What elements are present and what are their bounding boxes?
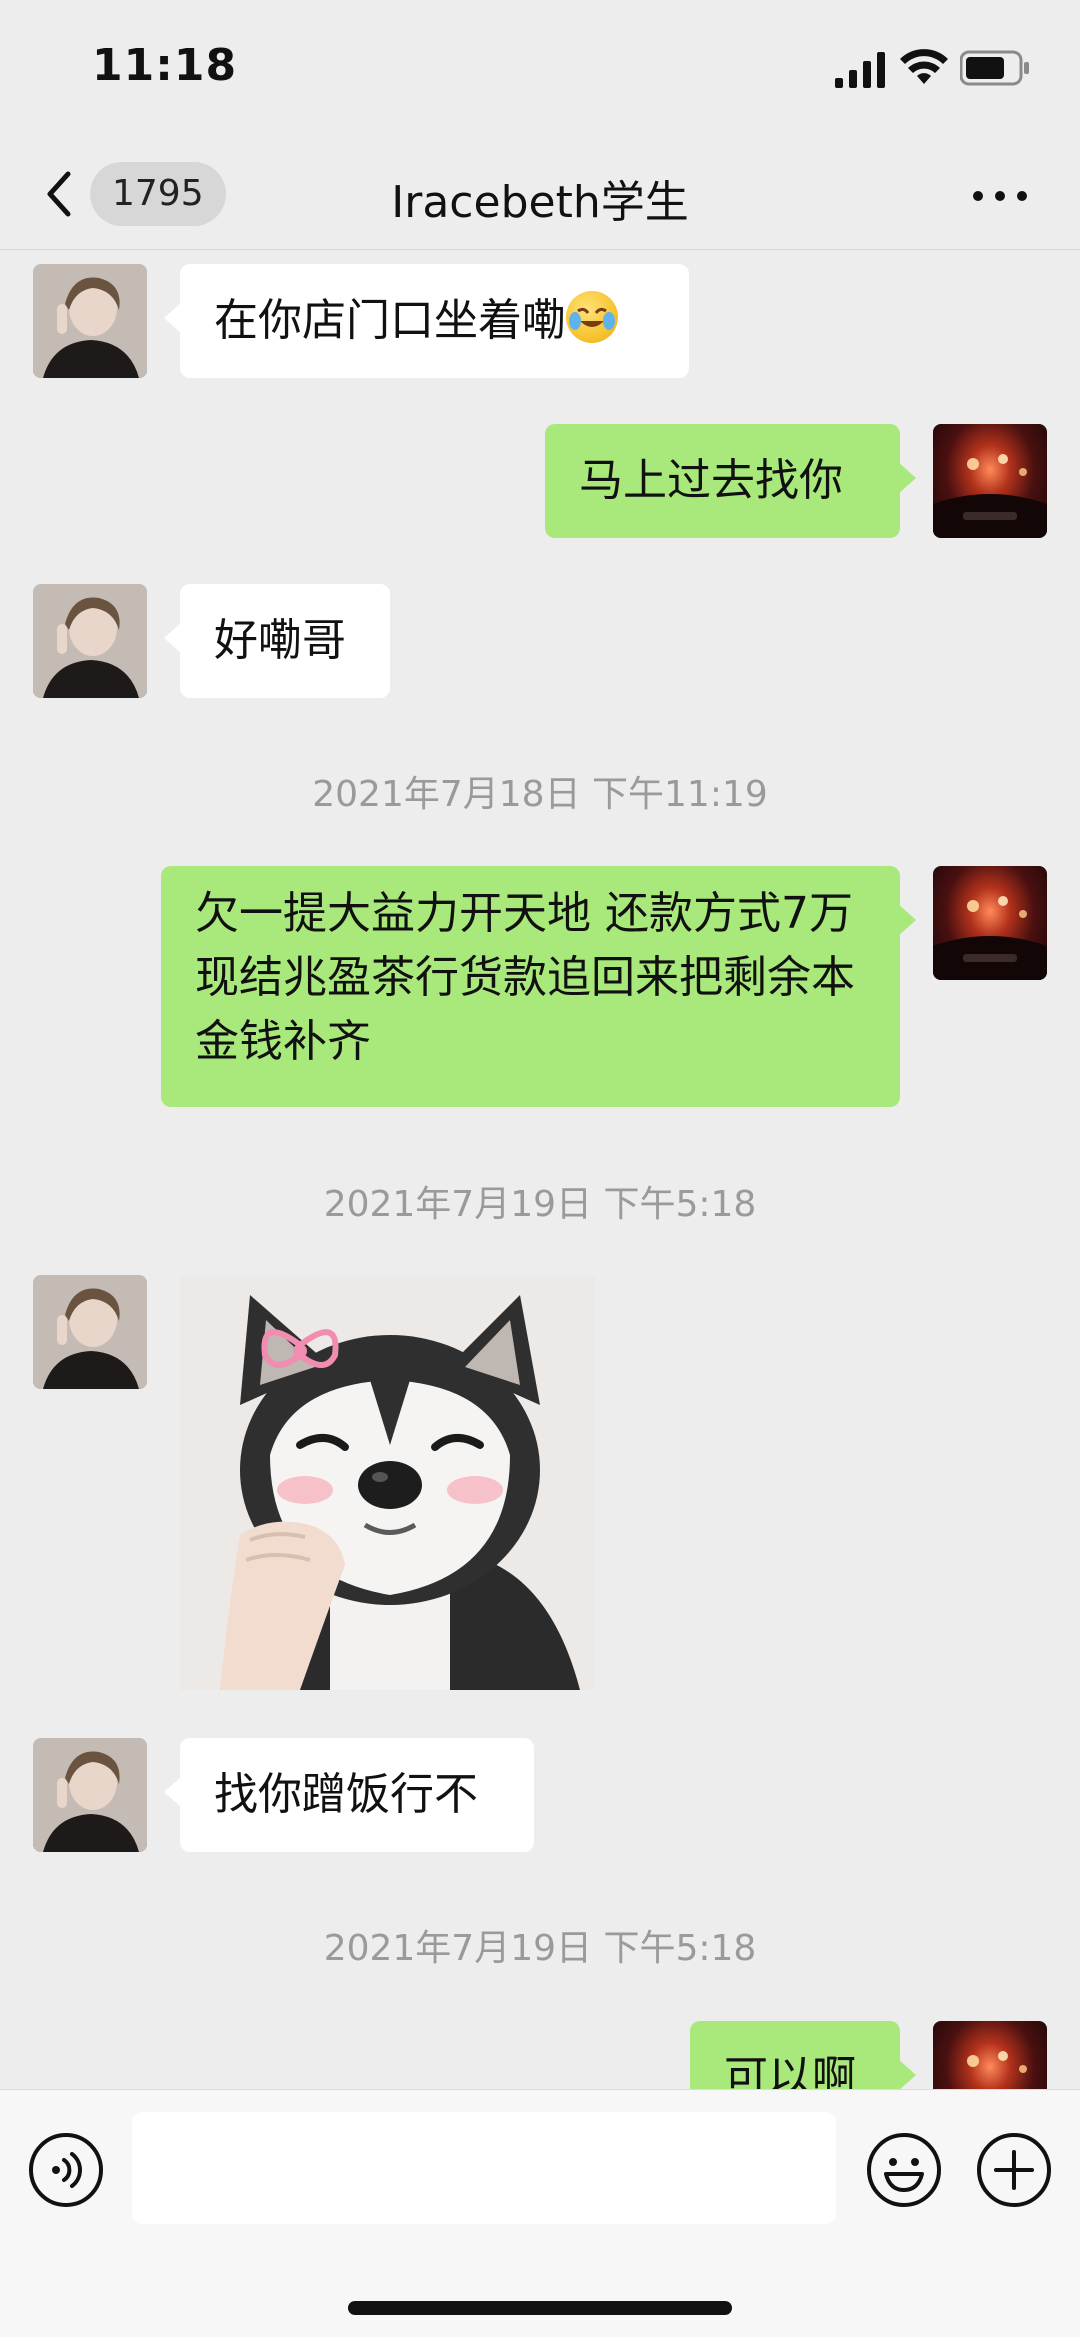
- person-portrait-icon: [33, 264, 147, 378]
- chat-title: Iracebeth学生: [391, 177, 689, 228]
- message-bubble[interactable]: 好嘞哥: [164, 584, 390, 698]
- night-road-photo-icon: [933, 454, 1047, 538]
- plus-icon[interactable]: [976, 2132, 1052, 2208]
- chat-screen: 11:18 1795 Iracebeth学生 在你店门口坐着嘞 马上过去找你 好…: [0, 0, 1080, 2337]
- message-text: 可以啊: [724, 2052, 856, 2089]
- husky-sticker-image[interactable]: [180, 1275, 595, 1690]
- status-time: 11:18: [92, 40, 238, 91]
- message-list[interactable]: 在你店门口坐着嘞 马上过去找你 好嘞哥 2021年7月18日 下午11:19 欠…: [0, 251, 1080, 2089]
- emoji-icon[interactable]: [866, 2132, 942, 2208]
- message-text: 欠一提大益力开天地 还款方式7万现结兆盈茶行货款追回来把剩余本金钱补齐: [195, 888, 855, 1067]
- husky-dog-icon: [180, 1275, 595, 1690]
- person-portrait-icon: [33, 584, 147, 698]
- person-portrait-icon: [33, 1738, 147, 1852]
- status-bar: 11:18: [0, 0, 1080, 140]
- ellipsis-icon[interactable]: [970, 176, 1030, 216]
- night-road-photo-icon: [967, 2051, 1027, 2073]
- friend-avatar[interactable]: [33, 264, 147, 378]
- self-avatar[interactable]: [933, 2021, 1047, 2089]
- message-input[interactable]: [132, 2112, 836, 2224]
- person-portrait-icon: [33, 1275, 147, 1389]
- laughing-crying-emoji-icon: [566, 291, 618, 343]
- message-text: 好嘞哥: [214, 615, 346, 666]
- friend-avatar[interactable]: [33, 1738, 147, 1852]
- message-text: 马上过去找你: [579, 455, 843, 506]
- message-bubble-self[interactable]: 马上过去找你: [545, 424, 916, 538]
- night-road-photo-icon: [933, 896, 1047, 980]
- input-bar: [0, 2089, 1080, 2337]
- cellular-signal-icon: [835, 52, 885, 88]
- message-timestamp: 2021年7月18日 下午11:19: [312, 774, 768, 815]
- message-bubble-self[interactable]: 欠一提大益力开天地 还款方式7万现结兆盈茶行货款追回来把剩余本金钱补齐: [161, 866, 916, 1107]
- message-bubble[interactable]: 在你店门口坐着嘞: [164, 264, 689, 378]
- home-indicator: [348, 2301, 732, 2315]
- message-bubble-self[interactable]: 可以啊: [690, 2021, 916, 2089]
- voice-icon[interactable]: [28, 2132, 104, 2208]
- wifi-icon: [900, 49, 948, 84]
- friend-avatar[interactable]: [33, 1275, 147, 1389]
- message-text: 找你蹭饭行不: [214, 1769, 478, 1820]
- friend-avatar[interactable]: [33, 584, 147, 698]
- message-timestamp: 2021年7月19日 下午5:18: [323, 1928, 757, 1969]
- self-avatar[interactable]: [933, 424, 1047, 538]
- message-timestamp: 2021年7月19日 下午5:18: [323, 1184, 757, 1225]
- nav-bar: 1795 Iracebeth学生: [0, 140, 1080, 250]
- message-bubble[interactable]: 找你蹭饭行不: [164, 1738, 534, 1852]
- message-text: 在你店门口坐着嘞: [214, 295, 566, 346]
- battery-icon: [960, 50, 1029, 86]
- self-avatar[interactable]: [933, 866, 1047, 980]
